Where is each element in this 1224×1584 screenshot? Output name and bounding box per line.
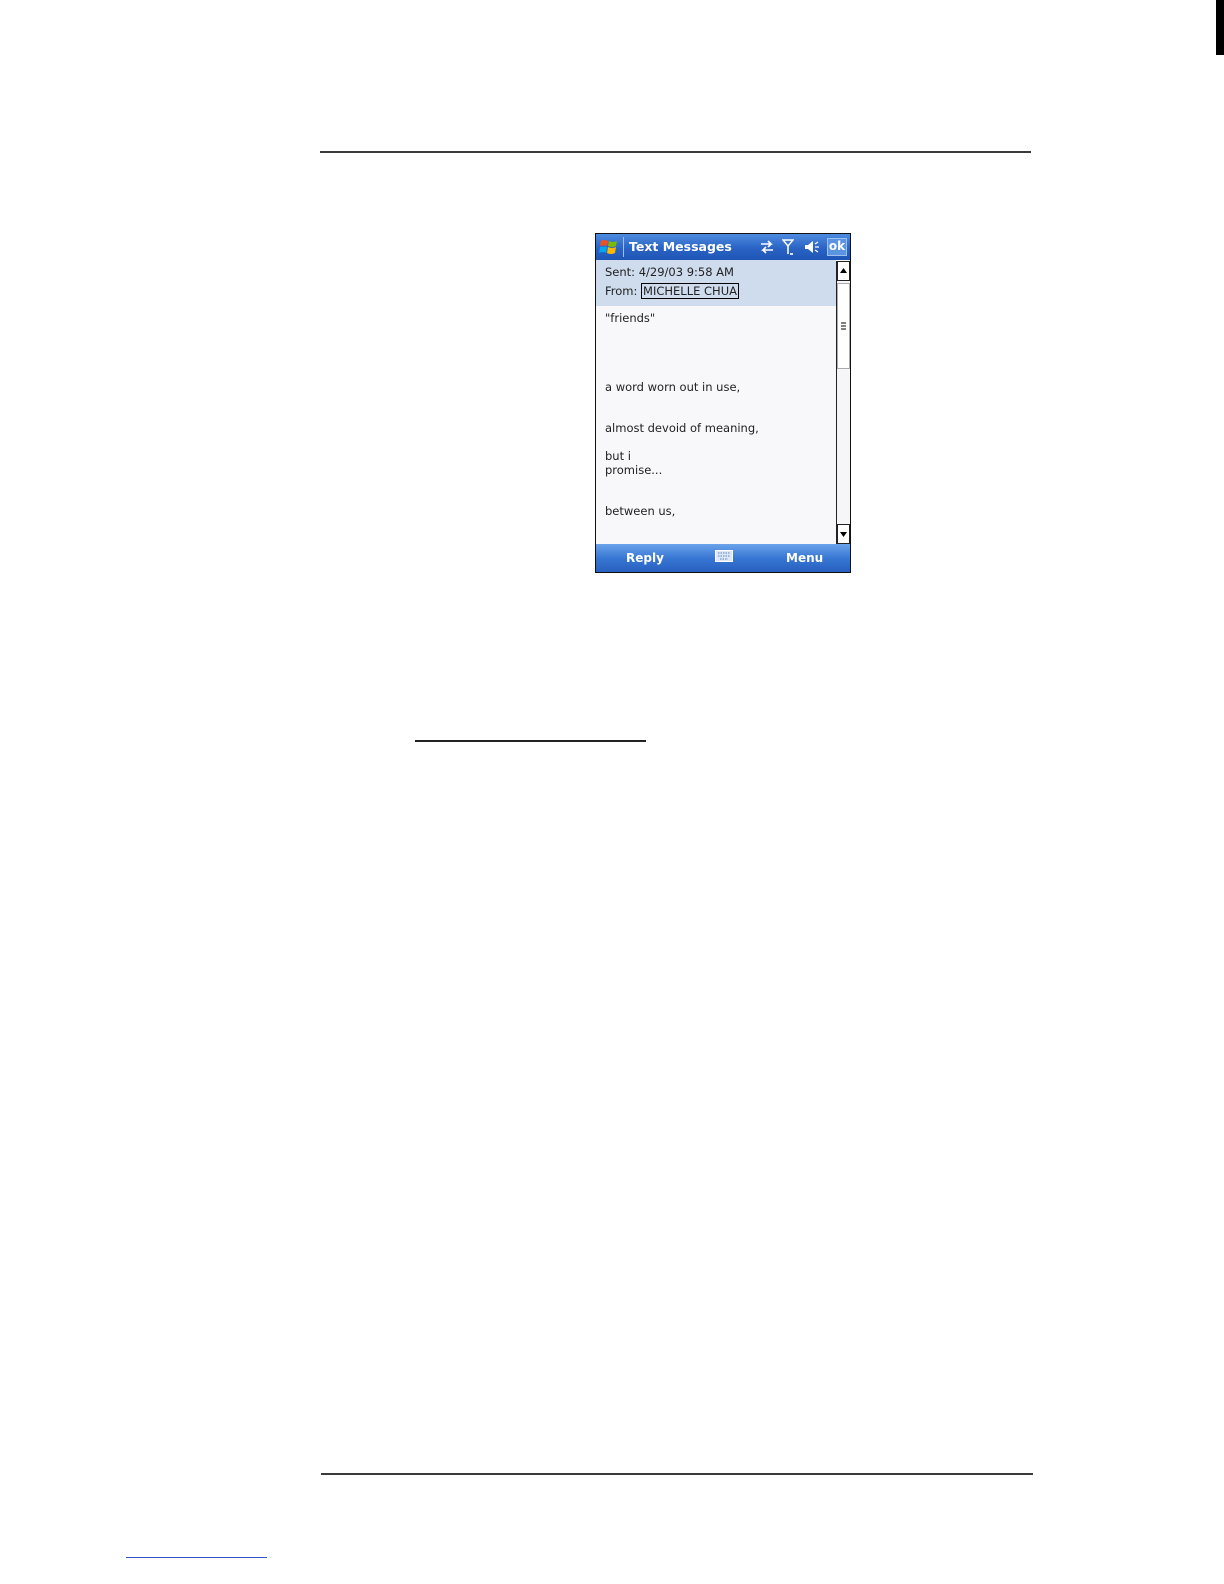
antenna-signal-icon[interactable] — [781, 238, 795, 256]
device-screenshot: Text Messages ok Sent: 4/29/03 9:58 AM F… — [595, 233, 851, 573]
grip-icon — [841, 322, 846, 330]
message-line: almost devoid of meaning, — [605, 421, 759, 435]
windows-flag-icon[interactable] — [598, 236, 620, 258]
scroll-up-button[interactable] — [837, 261, 850, 281]
header-rule — [320, 151, 1031, 153]
message-line: a word worn out in use, — [605, 380, 741, 394]
footer-rule — [321, 1473, 1033, 1475]
message-line: between us, — [605, 504, 676, 518]
title-separator — [623, 237, 624, 257]
speaker-icon[interactable] — [803, 238, 821, 256]
message-header: Sent: 4/29/03 9:58 AM From: MICHELLE CHU… — [596, 260, 836, 306]
page-tab-marker — [1216, 0, 1224, 55]
menu-button[interactable]: Menu — [786, 551, 823, 565]
scroll-thumb[interactable] — [837, 283, 850, 369]
arrow-down-icon — [840, 532, 847, 537]
scroll-down-button[interactable] — [837, 524, 850, 544]
arrow-up-icon — [840, 268, 847, 273]
section-rule — [415, 740, 646, 742]
message-line: promise... — [605, 463, 663, 477]
message-line: "friends" — [605, 311, 656, 325]
sent-row: Sent: 4/29/03 9:58 AM — [605, 265, 734, 279]
message-body: "friends" a word worn out in use, almost… — [596, 306, 836, 544]
from-row: From: MICHELLE CHUA — [605, 283, 739, 299]
title-bar: Text Messages ok — [596, 234, 850, 260]
soft-key-bar: Reply Menu — [596, 544, 850, 572]
from-label: From: — [605, 284, 638, 298]
vertical-scrollbar[interactable] — [836, 261, 850, 544]
footer-link-underline — [126, 1557, 267, 1558]
window-title: Text Messages — [629, 239, 732, 254]
ok-button[interactable]: ok — [827, 238, 847, 256]
sender-name-link[interactable]: MICHELLE CHUA — [641, 283, 739, 299]
sent-label: Sent: — [605, 265, 636, 279]
keyboard-icon[interactable] — [715, 550, 733, 562]
reply-button[interactable]: Reply — [626, 551, 664, 565]
message-line: but i — [605, 449, 631, 463]
sent-value: 4/29/03 9:58 AM — [638, 265, 734, 279]
sync-arrows-icon[interactable] — [759, 238, 775, 256]
